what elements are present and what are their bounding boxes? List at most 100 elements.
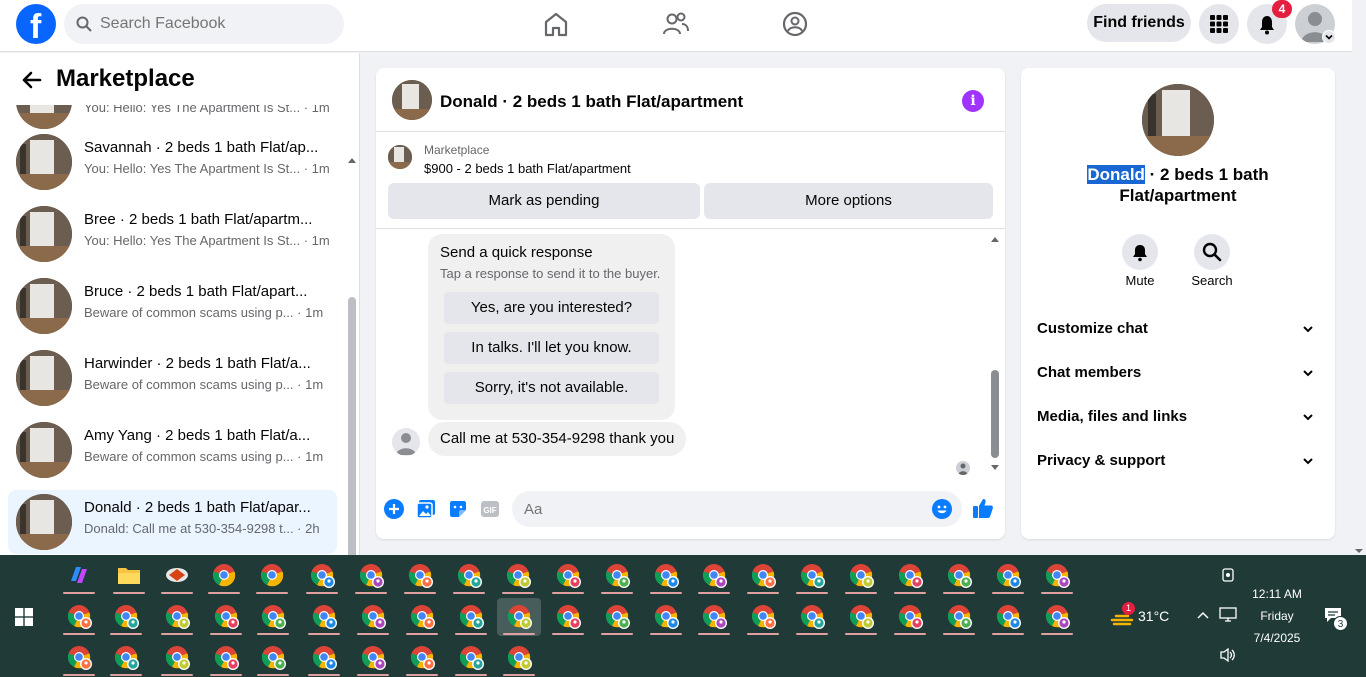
groups-icon[interactable] xyxy=(777,8,813,40)
file-explorer-icon[interactable] xyxy=(107,557,151,595)
show-hidden-icons-chevron-icon[interactable] xyxy=(1196,610,1210,620)
chrome-profile-icon[interactable] xyxy=(104,639,148,677)
chrome-profile-icon[interactable] xyxy=(839,557,883,595)
chrome-profile-icon[interactable] xyxy=(251,598,295,636)
more-options-button[interactable]: More options xyxy=(704,183,993,219)
chrome-profile-icon[interactable] xyxy=(595,598,639,636)
chrome-profile-icon[interactable] xyxy=(398,557,442,595)
chrome-profile-icon[interactable] xyxy=(595,557,639,595)
chrome-profile-icon[interactable] xyxy=(1035,598,1079,636)
search-conversation-button[interactable] xyxy=(1194,234,1230,270)
chat-title[interactable]: Donald · 2 beds 1 bath Flat/apartment xyxy=(440,92,743,112)
search-bar[interactable] xyxy=(64,4,344,44)
emoji-icon[interactable] xyxy=(932,499,952,519)
back-arrow-icon[interactable] xyxy=(20,69,42,91)
app-icon[interactable] xyxy=(155,557,199,595)
chrome-profile-icon[interactable] xyxy=(937,598,981,636)
search-input[interactable] xyxy=(100,4,330,44)
chrome-profile-icon[interactable] xyxy=(986,557,1030,595)
quick-response-button[interactable]: In talks. I'll let you know. xyxy=(444,332,659,364)
chrome-profile-icon[interactable] xyxy=(546,598,590,636)
chat-avatar[interactable] xyxy=(392,80,432,120)
chrome-profile-icon[interactable] xyxy=(741,557,785,595)
facebook-logo-icon[interactable]: f xyxy=(16,4,56,44)
listing-price-title[interactable]: $900 - 2 beds 1 bath Flat/apartment xyxy=(424,161,631,176)
chrome-profile-icon[interactable] xyxy=(497,598,541,636)
chrome-profile-icon[interactable] xyxy=(400,598,444,636)
screen-capture-icon[interactable] xyxy=(1220,567,1236,583)
chrome-profile-icon[interactable] xyxy=(349,557,393,595)
info-icon[interactable]: i xyxy=(962,90,984,112)
media-files-links-section[interactable]: Media, files and links xyxy=(1037,396,1319,440)
chrome-profile-icon[interactable] xyxy=(496,557,540,595)
conversation-item[interactable]: Savannah · 2 beds 1 bath Flat/ap... You: … xyxy=(8,130,337,194)
listing-thumbnail[interactable] xyxy=(388,145,412,169)
chrome-profile-icon[interactable] xyxy=(644,557,688,595)
chrome-profile-icon[interactable] xyxy=(204,598,248,636)
message-input[interactable] xyxy=(524,491,924,527)
chrome-profile-icon[interactable] xyxy=(251,639,295,677)
chrome-profile-icon[interactable] xyxy=(447,557,491,595)
chrome-profile-icon[interactable] xyxy=(497,639,541,677)
volume-icon[interactable] xyxy=(1219,647,1237,663)
chrome-profile-icon[interactable] xyxy=(351,598,395,636)
chrome-profile-icon[interactable] xyxy=(204,639,248,677)
message-bubble[interactable]: Call me at 530-354-9298 thank you xyxy=(428,422,687,456)
chrome-profile-icon[interactable] xyxy=(302,598,346,636)
customize-chat-section[interactable]: Customize chat xyxy=(1037,308,1319,352)
chrome-profile-icon[interactable] xyxy=(790,598,834,636)
conversation-item[interactable]: Bruce · 2 beds 1 bath Flat/apart... Bewar… xyxy=(8,274,337,338)
chrome-profile-icon[interactable] xyxy=(741,598,785,636)
chrome-profile-icon[interactable] xyxy=(302,639,346,677)
chrome-profile-icon[interactable] xyxy=(888,598,932,636)
account-chevron-down-icon[interactable] xyxy=(1322,30,1336,44)
conversation-item[interactable]: Donald · 2 beds 1 bath Flat/apar... Donal… xyxy=(8,490,337,554)
clock-date[interactable]: 7/4/2025 xyxy=(1244,631,1310,645)
chrome-profile-icon[interactable] xyxy=(888,557,932,595)
copilot-icon[interactable] xyxy=(57,557,101,595)
chrome-profile-icon[interactable] xyxy=(449,598,493,636)
chrome-profile-icon[interactable] xyxy=(692,557,736,595)
chrome-profile-icon[interactable] xyxy=(1035,557,1079,595)
windows-start-icon[interactable] xyxy=(15,608,33,626)
chrome-profile-icon[interactable] xyxy=(202,557,246,595)
chrome-profile-icon[interactable] xyxy=(937,557,981,595)
gif-icon[interactable]: GIF xyxy=(480,499,500,519)
chrome-profile-icon[interactable] xyxy=(57,639,101,677)
chrome-profile-icon[interactable] xyxy=(104,598,148,636)
chrome-profile-icon[interactable] xyxy=(449,639,493,677)
privacy-support-section[interactable]: Privacy & support xyxy=(1037,440,1319,484)
thumbs-up-icon[interactable] xyxy=(972,497,994,519)
chrome-profile-icon[interactable] xyxy=(400,639,444,677)
home-icon[interactable] xyxy=(538,8,574,40)
chrome-profile-icon[interactable] xyxy=(986,598,1030,636)
sticker-icon[interactable] xyxy=(448,499,468,519)
menu-grid-icon[interactable] xyxy=(1199,4,1239,44)
message-input-box[interactable] xyxy=(512,491,962,527)
conversation-item[interactable]: Bree · 2 beds 1 bath Flat/apartm... You: … xyxy=(8,202,337,266)
chrome-profile-icon[interactable] xyxy=(790,557,834,595)
chrome-profile-icon[interactable] xyxy=(692,598,736,636)
sender-avatar[interactable] xyxy=(392,428,420,456)
chrome-profile-icon[interactable] xyxy=(155,598,199,636)
chrome-profile-icon[interactable] xyxy=(155,639,199,677)
chrome-profile-icon[interactable] xyxy=(300,557,344,595)
network-icon[interactable] xyxy=(1219,607,1237,623)
quick-response-button[interactable]: Sorry, it's not available. xyxy=(444,372,659,404)
page-scrollbar[interactable] xyxy=(1352,0,1366,555)
chrome-profile-icon[interactable] xyxy=(351,639,395,677)
chrome-profile-icon[interactable] xyxy=(57,598,101,636)
temperature-text[interactable]: 31°C xyxy=(1138,608,1169,624)
photo-gallery-icon[interactable] xyxy=(416,499,436,519)
chrome-profile-icon[interactable] xyxy=(546,557,590,595)
quick-response-button[interactable]: Yes, are you interested? xyxy=(444,292,659,324)
conversation-item[interactable]: Harwinder · 2 beds 1 bath Flat/a... Bewar… xyxy=(8,346,337,410)
clock-day[interactable]: Friday xyxy=(1244,609,1310,623)
mute-button[interactable] xyxy=(1122,234,1158,270)
chat-members-section[interactable]: Chat members xyxy=(1037,352,1319,396)
chrome-profile-icon[interactable] xyxy=(250,557,294,595)
sidebar-scrollbar[interactable] xyxy=(347,156,357,555)
mark-as-pending-button[interactable]: Mark as pending xyxy=(388,183,700,219)
plus-circle-icon[interactable] xyxy=(384,499,404,519)
clock-time[interactable]: 12:11 AM xyxy=(1244,587,1310,601)
